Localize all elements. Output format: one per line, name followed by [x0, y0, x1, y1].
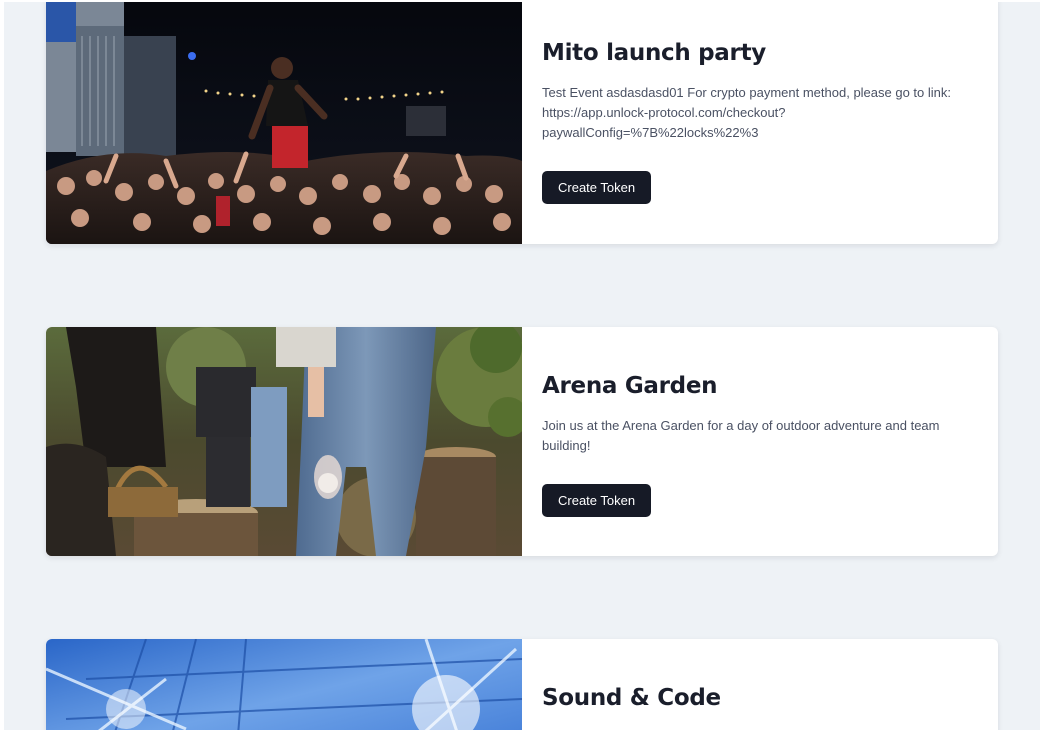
event-card: Sound & Code — [46, 639, 998, 730]
event-card: Mito launch party Test Event asdasdasd01… — [46, 2, 998, 244]
event-card-body: Arena Garden Join us at the Arena Garden… — [522, 327, 998, 556]
event-description: Join us at the Arena Garden for a day of… — [542, 418, 940, 453]
event-description: Test Event asdasdasd01 For crypto paymen… — [542, 85, 952, 140]
event-card-body: Sound & Code — [522, 639, 998, 730]
event-title: Sound & Code — [542, 685, 721, 711]
event-card-body: Mito launch party Test Event asdasdasd01… — [522, 2, 998, 244]
event-title: Mito launch party — [542, 40, 766, 66]
event-card: Arena Garden Join us at the Arena Garden… — [46, 327, 998, 556]
events-page: Mito launch party Test Event asdasdasd01… — [4, 2, 1040, 730]
event-image-garden — [46, 327, 522, 556]
event-title: Arena Garden — [542, 373, 718, 399]
event-image-stage-lights — [46, 639, 522, 730]
create-token-button[interactable]: Create Token — [542, 484, 652, 517]
create-token-button[interactable]: Create Token — [542, 171, 652, 204]
event-image-concert — [46, 2, 522, 244]
